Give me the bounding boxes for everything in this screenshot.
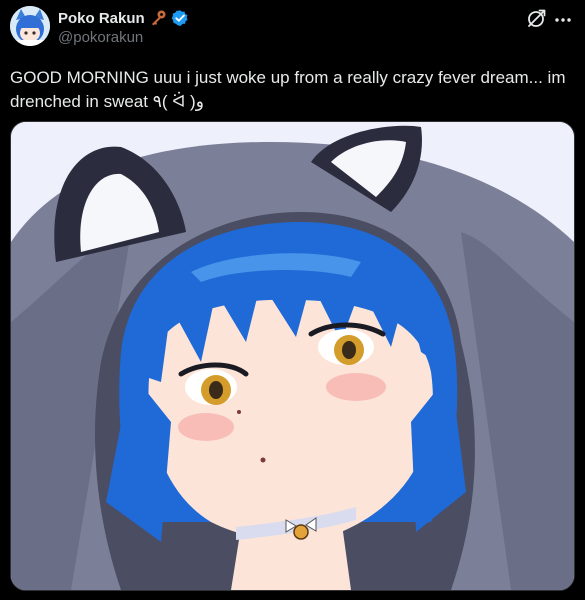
- tweet-text: GOOD MORNING uuu i just woke up from a r…: [10, 68, 571, 111]
- verified-icon[interactable]: [171, 9, 189, 27]
- display-name[interactable]: Poko Rakun: [58, 10, 145, 27]
- handle[interactable]: @pokorakun: [58, 29, 189, 46]
- grok-icon[interactable]: [525, 8, 547, 30]
- tweet-media[interactable]: [10, 121, 575, 591]
- key-icon: [149, 9, 167, 27]
- tweet-header: Poko Rakun @pokorakun: [10, 6, 575, 54]
- anime-girl-illustration: [11, 122, 574, 590]
- avatar[interactable]: [10, 6, 50, 46]
- more-icon[interactable]: [553, 10, 573, 30]
- author-names: Poko Rakun @pokorakun: [58, 8, 189, 46]
- avatar-image: [10, 6, 50, 46]
- name-row: Poko Rakun: [58, 8, 189, 28]
